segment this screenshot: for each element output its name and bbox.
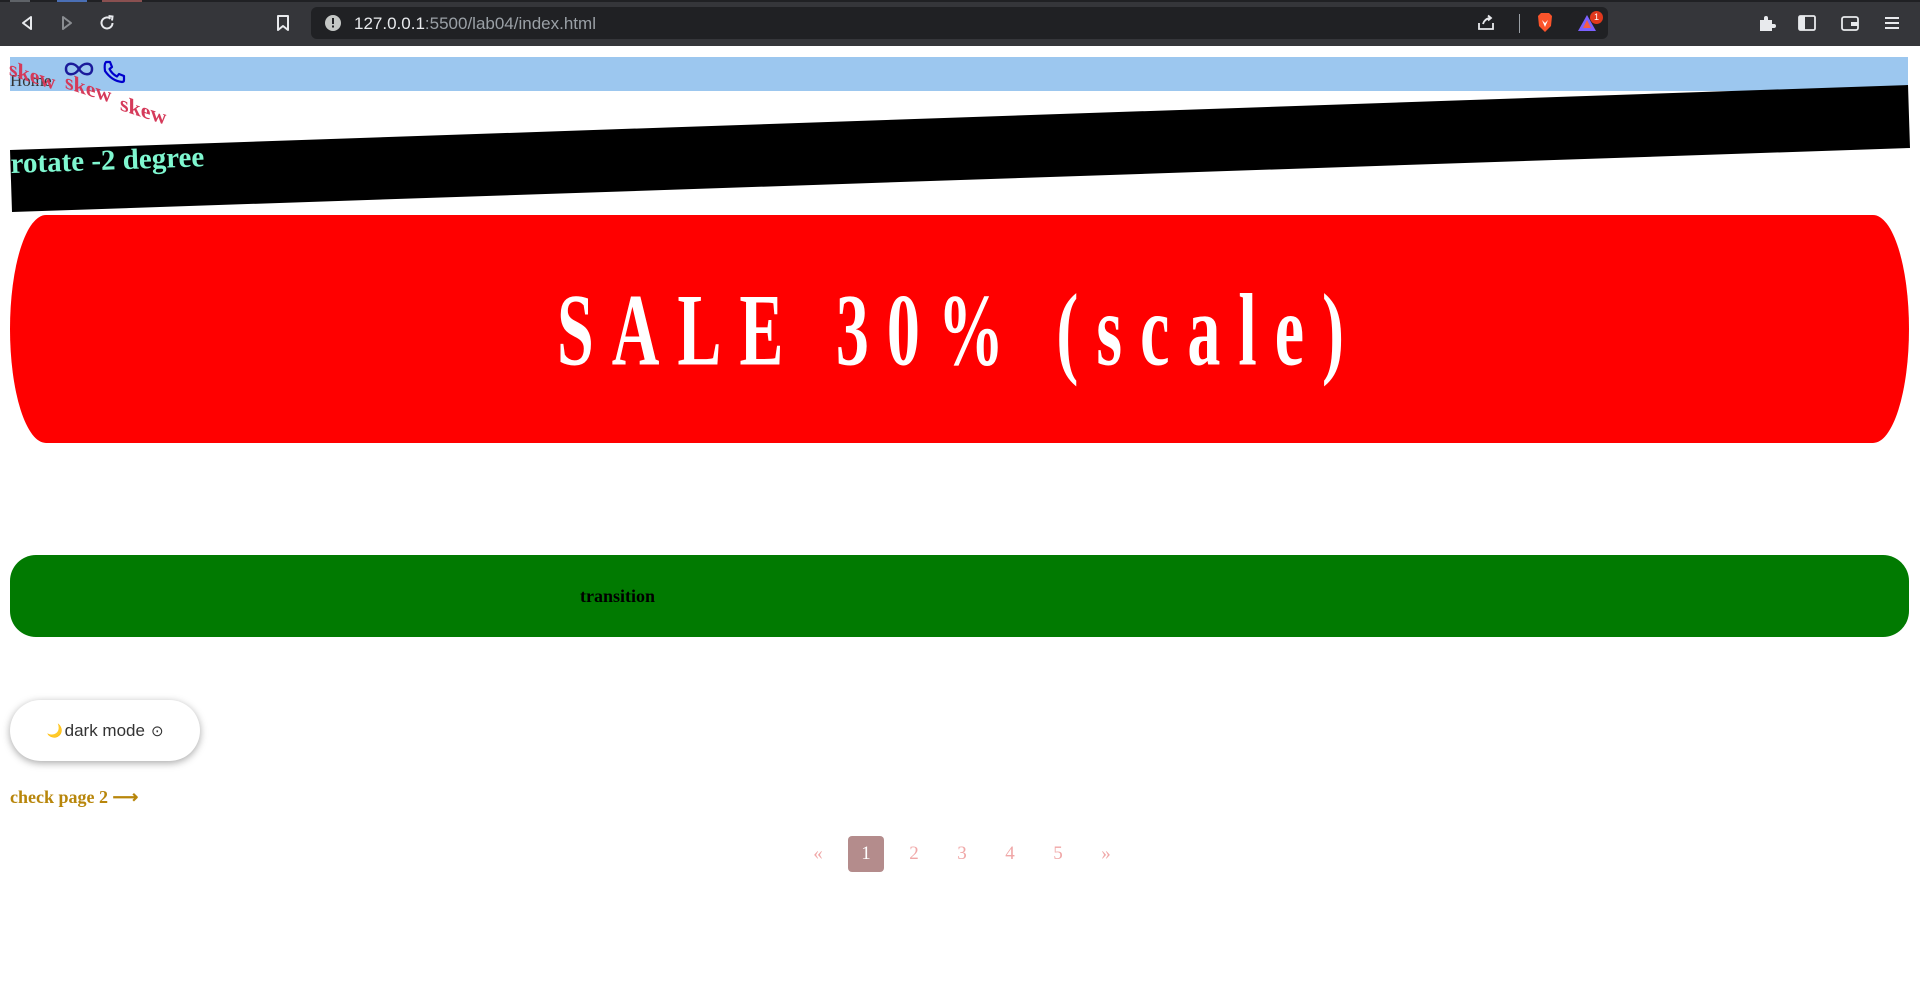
share-icon[interactable] <box>1474 11 1498 35</box>
sidebar-button[interactable] <box>1793 9 1821 37</box>
pagination-page-2[interactable]: 2 <box>896 836 932 872</box>
bookmark-button[interactable] <box>269 9 297 37</box>
pagination-page-4[interactable]: 4 <box>992 836 1028 872</box>
dark-mode-button[interactable]: 🌙 dark mode ⊙ <box>10 700 200 761</box>
rewards-badge: 1 <box>1590 11 1603 24</box>
tab-indicator <box>10 0 30 2</box>
toggle-circle-icon: ⊙ <box>150 722 164 740</box>
address-bar[interactable]: 127.0.0.1:5500/lab04/index.html <box>311 7 1608 39</box>
hamburger-menu-icon <box>1885 17 1899 29</box>
site-info-icon[interactable] <box>321 11 345 35</box>
dark-mode-label: dark mode <box>64 720 145 740</box>
browser-toolbar: 127.0.0.1:5500/lab04/index.html 1 <box>0 0 1920 46</box>
pagination-page-3[interactable]: 3 <box>944 836 980 872</box>
pagination-prev[interactable]: « <box>800 836 836 872</box>
back-button[interactable] <box>13 9 41 37</box>
pagination: « 1 2 3 4 5 » <box>800 836 1136 872</box>
sale-banner[interactable]: SALE 30% (scale) <box>10 215 1909 443</box>
pagination-next[interactable]: » <box>1088 836 1124 872</box>
toolbar-divider <box>1519 14 1520 33</box>
puzzle-icon <box>1760 16 1776 31</box>
tab-indicator <box>57 0 87 2</box>
forward-arrow-icon <box>62 16 72 30</box>
sidebar-icon <box>1798 15 1816 31</box>
pagination-page-5[interactable]: 5 <box>1040 836 1076 872</box>
url-text: 127.0.0.1:5500/lab04/index.html <box>354 14 596 34</box>
sale-banner-label: SALE 30% (scale) <box>557 274 1362 388</box>
brave-shields-icon[interactable] <box>1533 11 1557 35</box>
pagination-page-1[interactable]: 1 <box>848 836 884 872</box>
wallet-icon <box>1841 16 1859 31</box>
tab-strip <box>0 0 1920 2</box>
transition-label: transition <box>580 586 656 606</box>
tab-indicator <box>102 0 142 2</box>
url-path: :5500/lab04/index.html <box>424 14 596 33</box>
transition-box[interactable]: transition <box>10 555 1909 637</box>
wallet-button[interactable] <box>1836 9 1864 37</box>
forward-button[interactable] <box>53 9 81 37</box>
extensions-button[interactable] <box>1753 9 1781 37</box>
url-host: 127.0.0.1 <box>354 14 425 33</box>
rotated-banner-label: rotate -2 degree <box>10 141 205 180</box>
back-arrow-icon <box>22 16 32 30</box>
reload-icon <box>100 15 114 30</box>
reload-button[interactable] <box>93 9 121 37</box>
moon-icon: 🌙 <box>46 722 63 738</box>
check-page-2-link[interactable]: check page 2 ⟶ <box>10 787 138 808</box>
menu-button[interactable] <box>1878 9 1906 37</box>
bookmark-icon <box>277 15 289 31</box>
